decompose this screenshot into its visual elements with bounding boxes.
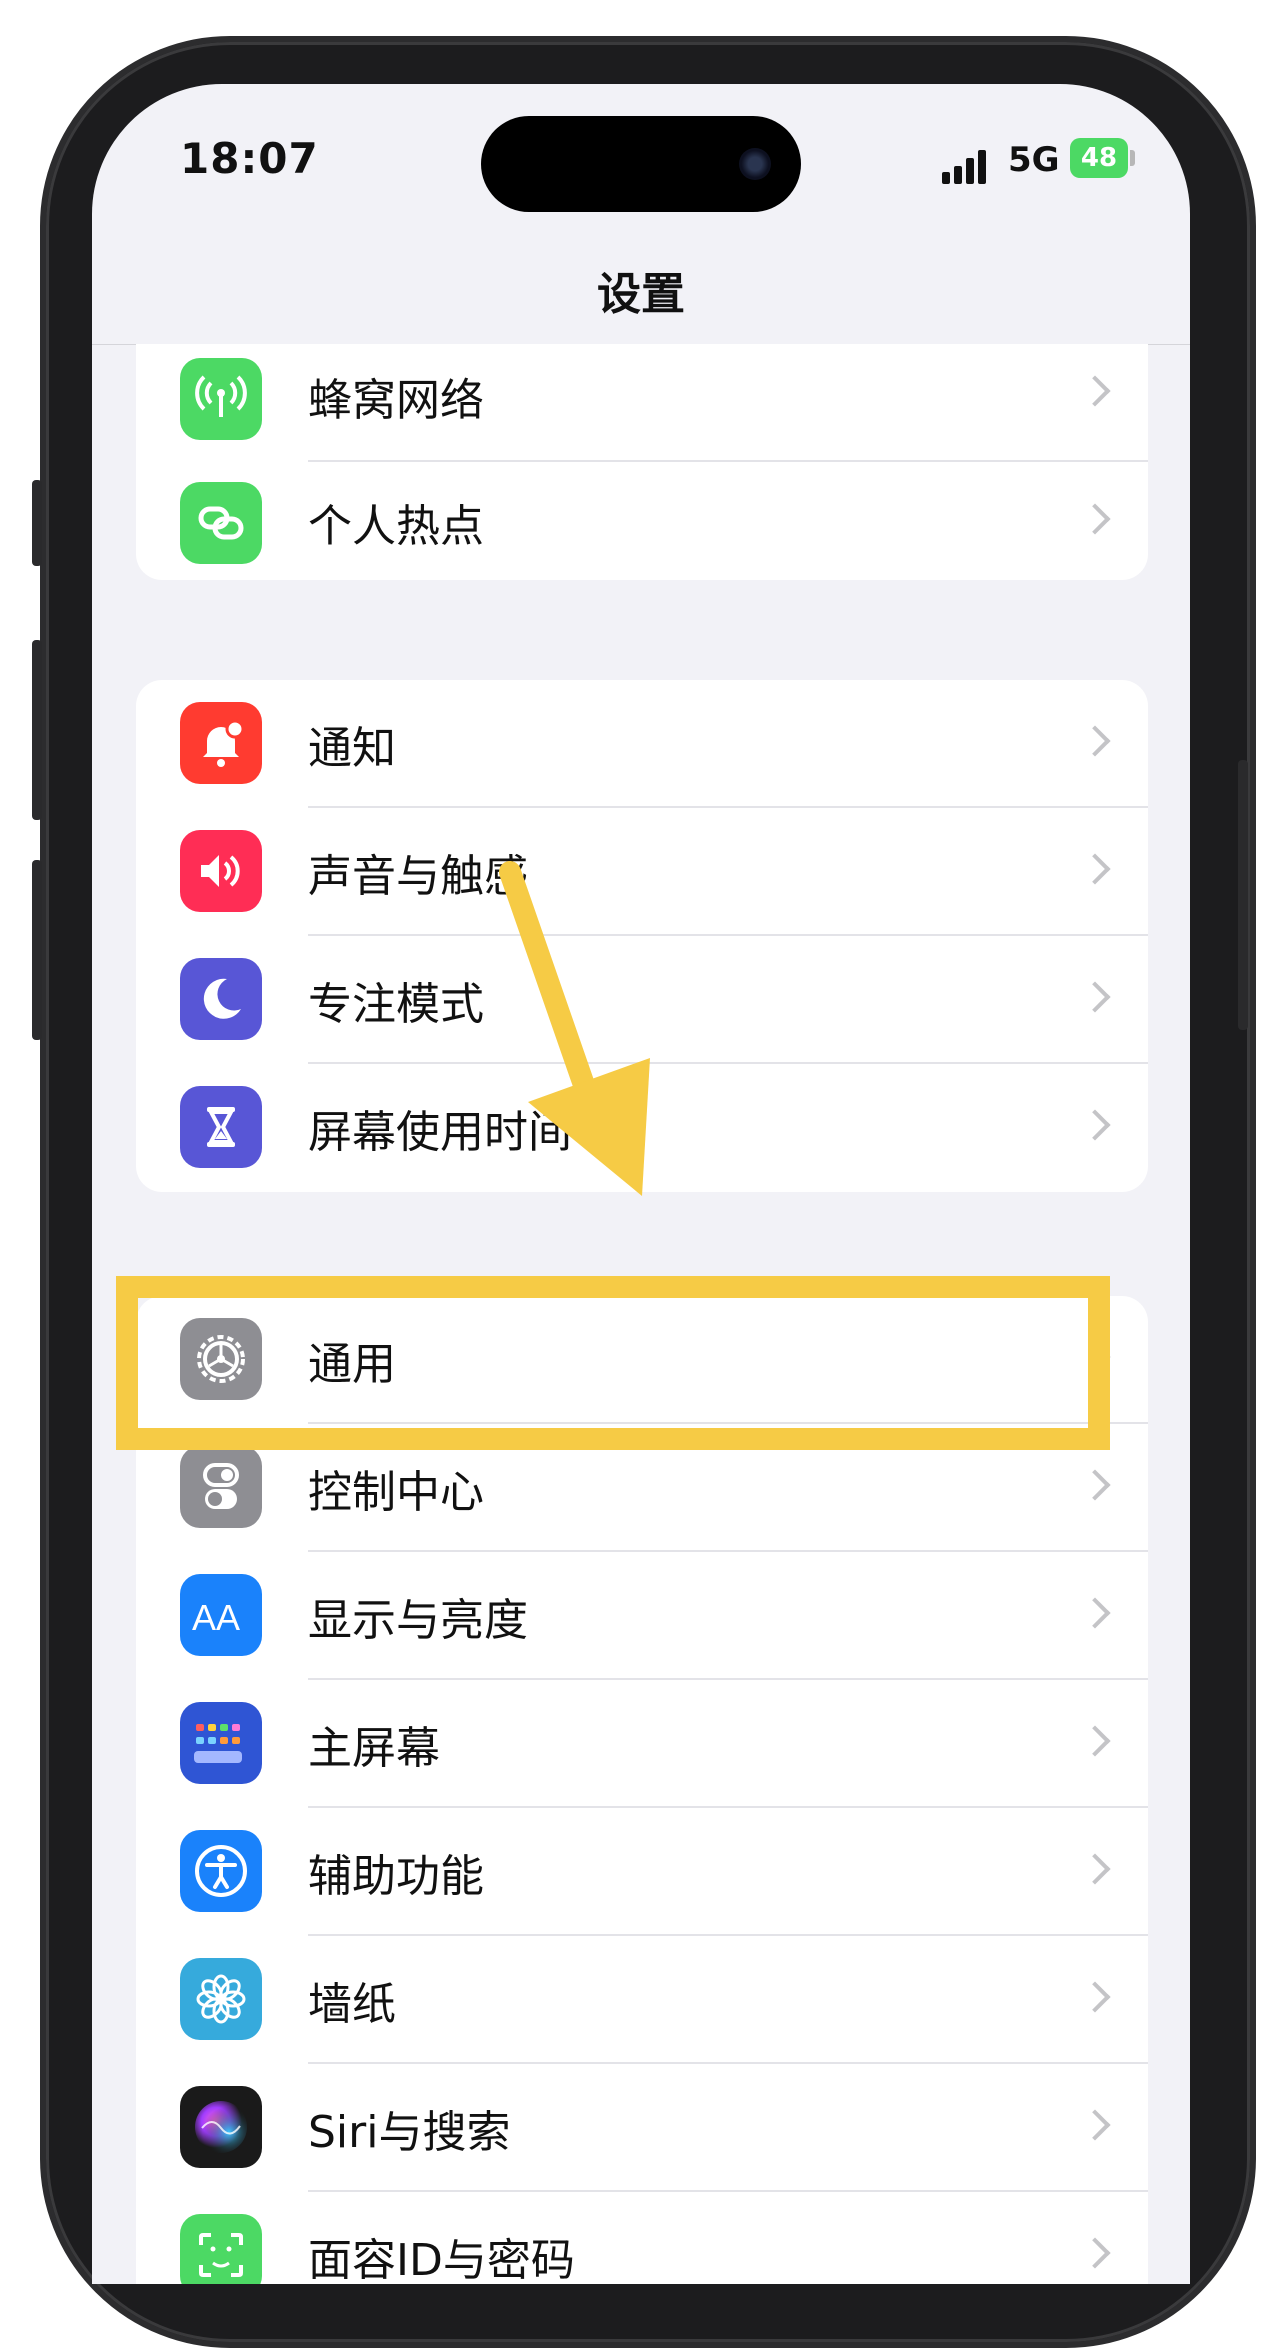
svg-text:AA: AA bbox=[192, 1597, 240, 1638]
settings-row-label: Siri与搜索 bbox=[308, 2107, 511, 2158]
siri-orb-icon bbox=[180, 2086, 262, 2168]
aa-text-icon: AA bbox=[180, 1574, 262, 1656]
settings-row-label: 个人热点 bbox=[308, 501, 484, 552]
settings-group-network: 蜂窝网络 个人热点 bbox=[136, 344, 1148, 580]
battery-level: 48 bbox=[1080, 143, 1118, 173]
settings-row-label: 主屏幕 bbox=[308, 1723, 440, 1774]
settings-row-label: 控制中心 bbox=[308, 1467, 484, 1518]
settings-row-label: 屏幕使用时间 bbox=[308, 1107, 572, 1158]
settings-row-label: 声音与触感 bbox=[308, 851, 528, 902]
moon-icon bbox=[180, 958, 262, 1040]
chevron-right-icon bbox=[1079, 1981, 1111, 2013]
hourglass-icon bbox=[180, 1086, 262, 1168]
settings-row-label: 墙纸 bbox=[308, 1979, 396, 2030]
volume-down-button bbox=[32, 860, 42, 1040]
settings-row-accessibility[interactable]: 辅助功能 bbox=[136, 1808, 1148, 1936]
settings-row-label: 显示与亮度 bbox=[308, 1595, 528, 1646]
battery-tip bbox=[1130, 150, 1135, 166]
action-button bbox=[32, 480, 42, 566]
navigation-bar: 设置 bbox=[92, 244, 1190, 345]
settings-row-home-screen[interactable]: 主屏幕 bbox=[136, 1680, 1148, 1808]
settings-row-label: 通知 bbox=[308, 723, 396, 774]
chevron-right-icon bbox=[1079, 725, 1111, 757]
settings-row-wallpaper[interactable]: 墙纸 bbox=[136, 1936, 1148, 2064]
settings-row-label: 专注模式 bbox=[308, 979, 484, 1030]
home-grid-icon bbox=[180, 1702, 262, 1784]
notification-bell-icon bbox=[180, 702, 262, 784]
chevron-right-icon bbox=[1079, 1109, 1111, 1141]
settings-row-notifications[interactable]: 通知 bbox=[136, 680, 1148, 808]
chevron-right-icon bbox=[1079, 2237, 1111, 2269]
chevron-right-icon bbox=[1079, 1853, 1111, 1885]
network-type: 5G bbox=[1008, 140, 1060, 180]
accessibility-icon bbox=[180, 1830, 262, 1912]
settings-row-sounds[interactable]: 声音与触感 bbox=[136, 808, 1148, 936]
face-id-icon bbox=[180, 2214, 262, 2284]
settings-row-hotspot[interactable]: 个人热点 bbox=[136, 462, 1148, 580]
chevron-right-icon bbox=[1079, 2109, 1111, 2141]
chevron-right-icon bbox=[1079, 1597, 1111, 1629]
power-button bbox=[1238, 760, 1248, 1030]
settings-row-label: 面容ID与密码 bbox=[308, 2235, 575, 2284]
settings-row-screen-time[interactable]: 屏幕使用时间 bbox=[136, 1064, 1148, 1192]
page-title: 设置 bbox=[597, 269, 685, 320]
battery-icon: 48 bbox=[1070, 138, 1128, 178]
volume-up-button bbox=[32, 640, 42, 820]
settings-row-focus[interactable]: 专注模式 bbox=[136, 936, 1148, 1064]
hotspot-icon bbox=[180, 482, 262, 564]
settings-row-label: 辅助功能 bbox=[308, 1851, 484, 1902]
chevron-right-icon bbox=[1079, 1725, 1111, 1757]
highlight-box bbox=[116, 1276, 1110, 1450]
settings-row-label: 蜂窝网络 bbox=[308, 375, 484, 426]
front-camera-icon bbox=[739, 148, 771, 180]
chevron-right-icon bbox=[1079, 375, 1111, 407]
chevron-right-icon bbox=[1079, 853, 1111, 885]
cellular-icon bbox=[180, 358, 262, 440]
settings-row-display[interactable]: AA 显示与亮度 bbox=[136, 1552, 1148, 1680]
speaker-icon bbox=[180, 830, 262, 912]
toggle-switches-icon bbox=[180, 1446, 262, 1528]
chevron-right-icon bbox=[1079, 981, 1111, 1013]
settings-row-siri[interactable]: Siri与搜索 bbox=[136, 2064, 1148, 2192]
settings-screen: 18:07 5G 48 设置 蜂窝网络 个人热点 通知 声音与触感 专注模式 屏… bbox=[92, 84, 1190, 2284]
signal-bars-icon bbox=[942, 148, 990, 184]
settings-group-notifications: 通知 声音与触感 专注模式 屏幕使用时间 bbox=[136, 680, 1148, 1192]
status-time: 18:07 bbox=[180, 134, 319, 183]
settings-row-cellular[interactable]: 蜂窝网络 bbox=[136, 344, 1148, 462]
settings-row-face-id[interactable]: 面容ID与密码 bbox=[136, 2192, 1148, 2284]
dynamic-island bbox=[481, 116, 801, 212]
flower-icon bbox=[180, 1958, 262, 2040]
chevron-right-icon bbox=[1079, 503, 1111, 535]
chevron-right-icon bbox=[1079, 1469, 1111, 1501]
